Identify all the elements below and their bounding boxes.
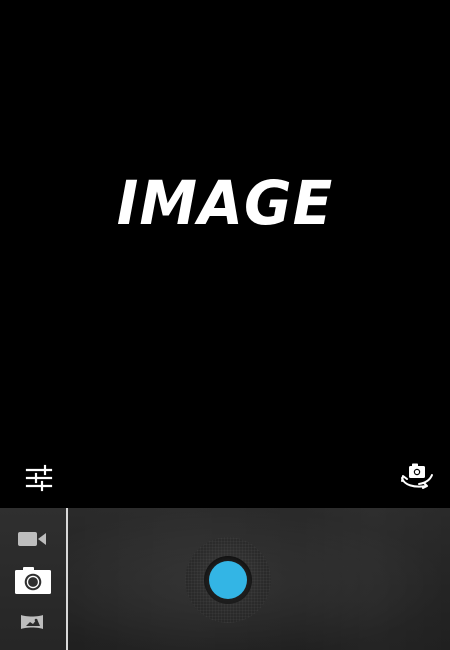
shutter-button[interactable] bbox=[185, 537, 271, 623]
shutter-core bbox=[209, 561, 247, 599]
sliders-icon-graphic bbox=[25, 464, 53, 492]
camera-icon bbox=[15, 567, 51, 594]
preview-text: IMAGE bbox=[116, 167, 334, 239]
mode-panel bbox=[0, 508, 66, 650]
photo-mode-button[interactable] bbox=[12, 562, 54, 598]
panorama-icon bbox=[21, 615, 43, 629]
viewfinder[interactable]: IMAGE bbox=[0, 0, 450, 508]
camera-screen: IMAGE bbox=[0, 0, 450, 650]
switch-camera-icon-graphic bbox=[401, 463, 433, 489]
panorama-mode-button[interactable] bbox=[17, 609, 47, 635]
video-mode-button[interactable] bbox=[14, 527, 50, 551]
sliders-icon[interactable] bbox=[18, 460, 60, 496]
video-camera-icon bbox=[18, 532, 46, 546]
switch-camera-icon[interactable] bbox=[396, 458, 438, 494]
